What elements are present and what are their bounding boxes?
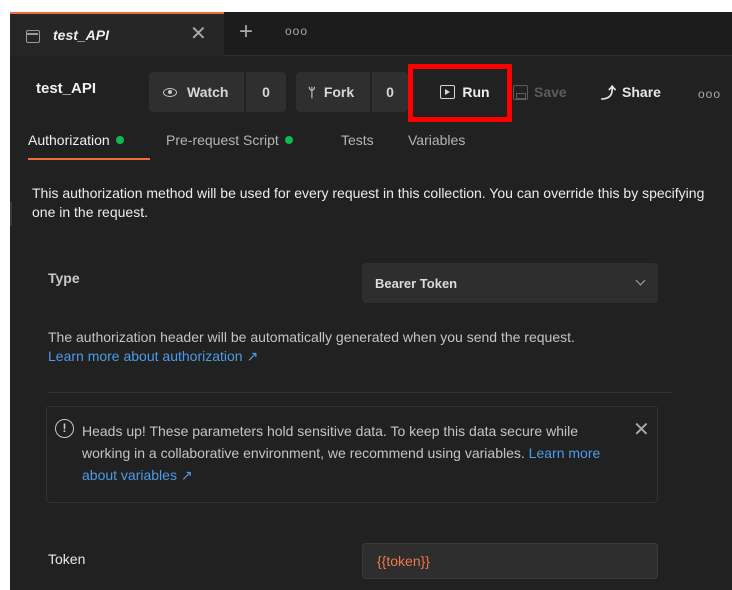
auth-type-value: Bearer Token [375, 276, 458, 291]
header-more-button[interactable]: ooo [698, 87, 721, 101]
tab-label: Tests [341, 132, 374, 148]
tab-tests[interactable]: Tests [341, 132, 374, 148]
tab-test-api[interactable]: test_API ✕ [10, 12, 224, 56]
alert-text: Heads up! These parameters hold sensitiv… [82, 423, 578, 461]
tab-label: Authorization [28, 132, 110, 148]
tab-more-button[interactable]: ooo [285, 24, 308, 38]
share-icon: ⤴ [601, 84, 617, 102]
tab-strip: test_API ✕ + ooo [10, 12, 732, 56]
share-button[interactable]: ⤴ Share [601, 72, 661, 112]
active-tab-underline [28, 158, 150, 160]
tab-pre-request-script[interactable]: Pre-request Script [166, 132, 293, 148]
status-dot [284, 136, 293, 144]
close-icon[interactable]: ✕ [190, 22, 207, 46]
new-tab-button[interactable]: + [239, 18, 253, 46]
status-dot [115, 136, 124, 144]
token-label: Token [48, 551, 86, 567]
watch-count-value: 0 [262, 84, 270, 100]
eye-icon [163, 87, 177, 97]
watch-button-group: Watch 0 [149, 72, 286, 112]
document-icon [26, 30, 40, 43]
fork-count[interactable]: 0 [372, 72, 408, 112]
tab-label: Variables [408, 132, 466, 148]
collection-name: test_API [36, 80, 97, 97]
learn-more-authorization-link[interactable]: Learn more about authorization ↗ [48, 348, 258, 365]
tab-variables[interactable]: Variables [408, 132, 465, 148]
collection-header: test_API Watch 0 ᛘ Fork 0 Run Save ⤴ Sha… [10, 56, 732, 122]
sensitive-data-alert: ! Heads up! These parameters hold sensit… [46, 406, 658, 503]
fork-button-group: ᛘ Fork 0 [296, 72, 408, 112]
auth-type-select[interactable]: Bearer Token [362, 263, 658, 303]
watch-count[interactable]: 0 [246, 72, 286, 112]
panel-resize-handle[interactable] [10, 202, 12, 226]
save-label: Save [534, 84, 567, 100]
fork-button[interactable]: ᛘ Fork [296, 72, 370, 112]
watch-label: Watch [187, 84, 229, 100]
auth-header-info: The authorization header will be automat… [48, 329, 575, 345]
divider [48, 392, 672, 393]
save-icon [513, 84, 528, 100]
fork-count-value: 0 [386, 84, 394, 100]
collection-subtabs: Authorization Pre-request Script Tests V… [10, 120, 732, 162]
token-input[interactable]: {{token}} [362, 543, 658, 579]
chevron-down-icon [635, 275, 646, 286]
alert-message: Heads up! These parameters hold sensitiv… [82, 420, 612, 486]
watch-button[interactable]: Watch [149, 72, 244, 112]
tab-label: Pre-request Script [166, 132, 279, 148]
tab-title: test_API [53, 27, 110, 43]
auth-description: This authorization method will be used f… [32, 185, 705, 220]
tab-authorization[interactable]: Authorization [28, 132, 124, 148]
postman-collection-window: test_API ✕ + ooo test_API Watch 0 ᛘ Fork [10, 12, 732, 590]
run-highlight-box [408, 64, 512, 122]
fork-label: Fork [323, 84, 355, 100]
type-label: Type [48, 270, 80, 286]
info-icon: ! [55, 419, 74, 438]
save-button[interactable]: Save [513, 72, 567, 112]
fork-icon: ᛘ [308, 84, 316, 100]
share-label: Share [622, 84, 661, 100]
close-icon[interactable]: ✕ [633, 420, 650, 440]
